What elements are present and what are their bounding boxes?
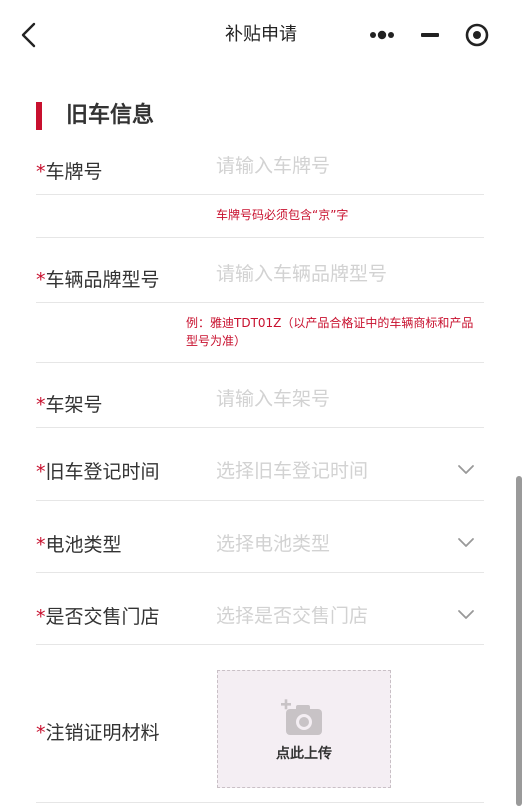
section-title: 旧车信息	[66, 103, 155, 128]
chevron-down-icon	[458, 465, 474, 474]
target-circle-icon[interactable]	[454, 16, 500, 54]
battery-type-label: *电池类型	[36, 534, 122, 556]
plate-number-row: *车牌号	[36, 142, 484, 195]
vehicle-model-row: *车辆品牌型号	[36, 237, 484, 303]
store-return-row[interactable]: *是否交售门店 选择是否交售门店	[36, 572, 484, 645]
plate-number-input[interactable]	[216, 155, 456, 177]
chevron-down-icon	[458, 610, 474, 619]
required-mark: *	[36, 161, 46, 183]
store-return-label: *是否交售门店	[36, 606, 160, 628]
frame-number-input[interactable]	[216, 388, 456, 410]
plate-number-label: *车牌号	[36, 161, 103, 183]
section-accent-bar	[36, 102, 42, 130]
battery-type-select[interactable]: 选择电池类型	[216, 529, 456, 556]
frame-number-row: *车架号	[36, 362, 484, 428]
required-mark: *	[36, 722, 46, 744]
cancel-proof-label: *注销证明材料	[36, 722, 160, 744]
battery-type-row[interactable]: *电池类型 选择电池类型	[36, 500, 484, 573]
camera-plus-icon	[281, 699, 322, 735]
model-hint-row: 例：雅迪TDT01Z（以产品合格证中的车辆商标和产品 型号为准）	[36, 302, 484, 363]
frame-number-label: *车架号	[36, 394, 103, 416]
required-mark: *	[36, 606, 46, 628]
plate-hint-row: 车牌号码必须包含“京”字	[36, 194, 484, 238]
upload-button[interactable]: 点此上传	[217, 670, 391, 788]
required-mark: *	[36, 394, 46, 416]
more-dots-icon[interactable]	[360, 16, 406, 54]
registration-time-select[interactable]: 选择旧车登记时间	[216, 456, 456, 483]
store-return-select[interactable]: 选择是否交售门店	[216, 601, 456, 628]
vehicle-model-hint: 例：雅迪TDT01Z（以产品合格证中的车辆商标和产品 型号为准）	[186, 316, 474, 348]
plate-number-hint: 车牌号码必须包含“京”字	[216, 208, 349, 222]
top-nav-bar: 补贴申请	[0, 0, 522, 70]
vehicle-model-input[interactable]	[216, 263, 456, 285]
required-mark: *	[36, 534, 46, 556]
registration-time-row[interactable]: *旧车登记时间 选择旧车登记时间	[36, 427, 484, 501]
vehicle-model-label: *车辆品牌型号	[36, 269, 160, 291]
required-mark: *	[36, 461, 46, 483]
upload-label: 点此上传	[276, 746, 332, 762]
chevron-down-icon	[458, 538, 474, 547]
registration-time-label: *旧车登记时间	[36, 461, 160, 483]
minimize-icon[interactable]	[407, 16, 453, 54]
scrollbar-thumb[interactable]	[516, 476, 522, 806]
required-mark: *	[36, 269, 46, 291]
mini-program-capsule	[360, 16, 500, 54]
